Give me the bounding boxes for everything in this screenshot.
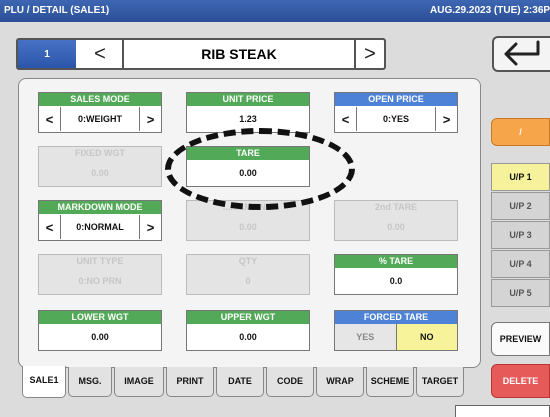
delete-button[interactable]: DELETE bbox=[491, 364, 550, 398]
unit-price-4-button[interactable]: U/P 4 bbox=[491, 250, 550, 278]
forced-tare-toggle: YES NO bbox=[335, 324, 457, 350]
lower-wgt-value[interactable]: 0.00 bbox=[39, 324, 161, 350]
tab-msg[interactable]: MSG. bbox=[68, 367, 112, 397]
tab-scheme[interactable]: SCHEME bbox=[366, 367, 414, 397]
fixed-wgt-value: 0.00 bbox=[39, 160, 161, 186]
upper-wgt-label: UPPER WGT bbox=[187, 311, 309, 324]
preview-button[interactable]: PREVIEW bbox=[491, 322, 550, 356]
unit-price-1-button[interactable]: U/P 1 bbox=[491, 163, 550, 191]
tab-wrap[interactable]: WRAP bbox=[316, 367, 364, 397]
plu-item-name[interactable]: RIB STEAK bbox=[124, 40, 354, 68]
screen-title: PLU / DETAIL (SALE1) bbox=[4, 5, 110, 16]
markdown-mode-field: MARKDOWN MODE < 0:NORMAL > bbox=[38, 200, 162, 241]
second-tare-label: 2nd TARE bbox=[335, 201, 457, 214]
markdown-mode-selector: < 0:NORMAL > bbox=[39, 214, 161, 240]
title-bar: PLU / DETAIL (SALE1) AUG.29.2023 (TUE) 2… bbox=[0, 0, 550, 22]
unit-type-value: 0:NO PRN bbox=[39, 268, 161, 294]
fixed-wgt-field: FIXED WGT 0.00 bbox=[38, 146, 162, 187]
unit-type-label: UNIT TYPE bbox=[39, 255, 161, 268]
second-tare-value: 0.00 bbox=[335, 214, 457, 240]
tab-date[interactable]: DATE bbox=[216, 367, 264, 397]
tab-image[interactable]: IMAGE bbox=[114, 367, 164, 397]
unit-price-value[interactable]: 1.23 bbox=[187, 106, 309, 132]
markdown-value-field: ...A...M...N... 0.00 bbox=[186, 200, 310, 241]
fixed-wgt-label: FIXED WGT bbox=[39, 147, 161, 160]
plu-navigation-bar: 1 < RIB STEAK > bbox=[16, 38, 386, 70]
markdown-value: 0.00 bbox=[187, 214, 309, 240]
unit-price-5-button[interactable]: U/P 5 bbox=[491, 279, 550, 307]
pct-tare-value[interactable]: 0.0 bbox=[335, 268, 457, 294]
date-time: AUG.29.2023 (TUE) 2:36P bbox=[430, 5, 550, 16]
sales-mode-prev-button[interactable]: < bbox=[39, 107, 61, 131]
tab-sale1[interactable]: SALE1 bbox=[22, 366, 66, 398]
return-arrow-icon bbox=[504, 40, 540, 66]
next-plu-button[interactable]: > bbox=[354, 40, 384, 68]
open-price-field: OPEN PRICE < 0:YES > bbox=[334, 92, 458, 133]
tab-target[interactable]: TARGET bbox=[416, 367, 464, 397]
open-price-prev-button[interactable]: < bbox=[335, 107, 357, 131]
tare-value[interactable]: 0.00 bbox=[187, 160, 309, 186]
pct-tare-label: % TARE bbox=[335, 255, 457, 268]
slash-button[interactable]: / bbox=[491, 118, 550, 146]
unit-price-field[interactable]: UNIT PRICE 1.23 bbox=[186, 92, 310, 133]
lower-wgt-label: LOWER WGT bbox=[39, 311, 161, 324]
lower-wgt-field[interactable]: LOWER WGT 0.00 bbox=[38, 310, 162, 351]
forced-tare-field: FORCED TARE YES NO bbox=[334, 310, 458, 351]
unit-price-2-button[interactable]: U/P 2 bbox=[491, 192, 550, 220]
markdown-mode-next-button[interactable]: > bbox=[139, 215, 161, 239]
sales-mode-label: SALES MODE bbox=[39, 93, 161, 106]
open-price-value[interactable]: 0:YES bbox=[357, 114, 435, 124]
forced-tare-label: FORCED TARE bbox=[335, 311, 457, 324]
tare-label: TARE bbox=[187, 147, 309, 160]
markdown-mode-value[interactable]: 0:NORMAL bbox=[61, 222, 139, 232]
open-price-label: OPEN PRICE bbox=[335, 93, 457, 106]
sales-mode-next-button[interactable]: > bbox=[139, 107, 161, 131]
markdown-value-label: ...A...M...N... bbox=[187, 201, 309, 214]
prev-plu-button[interactable]: < bbox=[78, 40, 124, 68]
unit-price-3-button[interactable]: U/P 3 bbox=[491, 221, 550, 249]
unit-type-field: UNIT TYPE 0:NO PRN bbox=[38, 254, 162, 295]
upper-wgt-field[interactable]: UPPER WGT 0.00 bbox=[186, 310, 310, 351]
sales-mode-field: SALES MODE < 0:WEIGHT > bbox=[38, 92, 162, 133]
tare-field[interactable]: TARE 0.00 bbox=[186, 146, 310, 187]
markdown-mode-prev-button[interactable]: < bbox=[39, 215, 61, 239]
forced-tare-no-button[interactable]: NO bbox=[395, 324, 457, 350]
sales-mode-selector: < 0:WEIGHT > bbox=[39, 106, 161, 132]
tab-code[interactable]: CODE bbox=[266, 367, 314, 397]
qty-label: QTY bbox=[187, 255, 309, 268]
qty-value: 0 bbox=[187, 268, 309, 294]
bottom-panel-edge bbox=[455, 405, 550, 417]
open-price-next-button[interactable]: > bbox=[435, 107, 457, 131]
tab-print[interactable]: PRINT bbox=[166, 367, 214, 397]
markdown-mode-label: MARKDOWN MODE bbox=[39, 201, 161, 214]
upper-wgt-value[interactable]: 0.00 bbox=[187, 324, 309, 350]
plu-number[interactable]: 1 bbox=[18, 40, 76, 68]
back-button[interactable] bbox=[492, 36, 550, 72]
sales-mode-value[interactable]: 0:WEIGHT bbox=[61, 114, 139, 124]
second-tare-field: 2nd TARE 0.00 bbox=[334, 200, 458, 241]
forced-tare-yes-button[interactable]: YES bbox=[335, 324, 396, 350]
open-price-selector: < 0:YES > bbox=[335, 106, 457, 132]
qty-field: QTY 0 bbox=[186, 254, 310, 295]
pct-tare-field[interactable]: % TARE 0.0 bbox=[334, 254, 458, 295]
unit-price-label: UNIT PRICE bbox=[187, 93, 309, 106]
